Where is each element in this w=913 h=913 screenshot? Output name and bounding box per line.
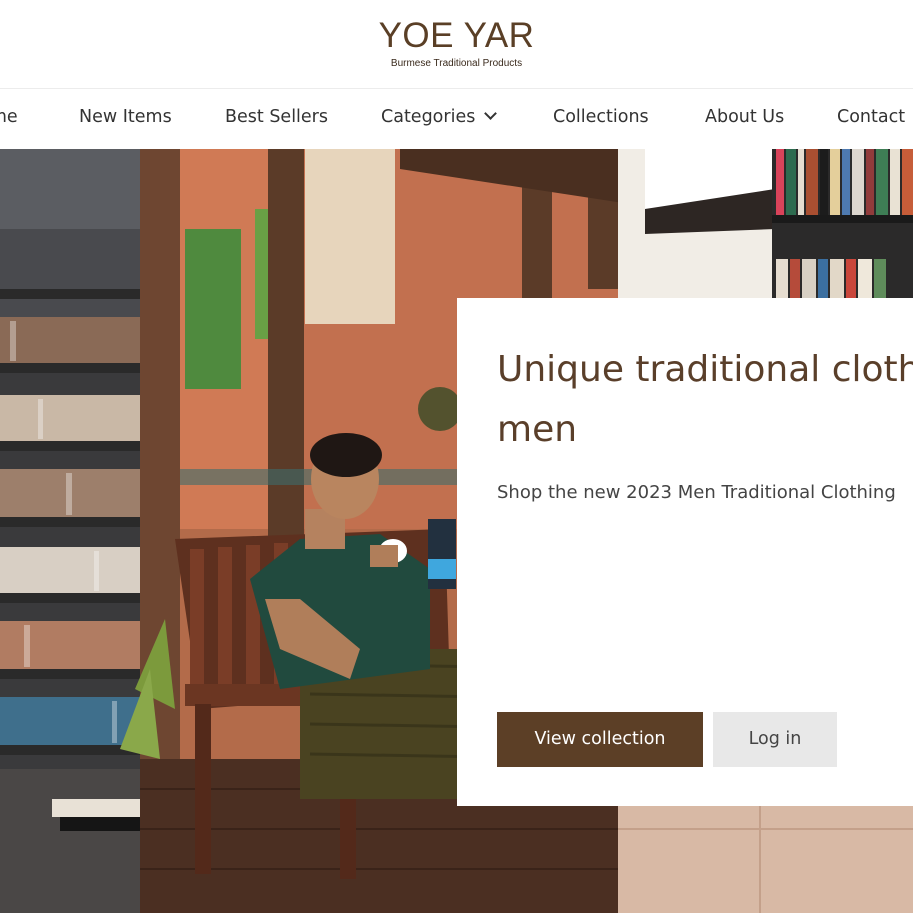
nav-item-categories-label: Categories (381, 107, 476, 127)
nav-item-categories[interactable]: Categories (381, 107, 498, 127)
nav-item-contact[interactable]: Contact (837, 107, 905, 127)
nav-item-collections[interactable]: Collections (553, 107, 649, 127)
nav-item-home[interactable]: Home (0, 107, 18, 127)
nav-item-new-items[interactable]: New Items (79, 107, 172, 127)
hero-banner: Unique traditional cloth men Shop the ne… (0, 149, 913, 913)
logo-subtitle: Burmese Traditional Products (390, 58, 523, 69)
hero-title: Unique traditional cloth men (497, 349, 913, 450)
logo[interactable]: YOE YAR Burmese Traditional Products (0, 16, 913, 70)
nav-item-best-sellers[interactable]: Best Sellers (225, 107, 328, 127)
hero-subtitle: Shop the new 2023 Men Traditional Clothi… (497, 482, 896, 503)
logo-title: YOE YAR (378, 16, 535, 55)
main-nav: Home New Items Best Sellers Categories C… (0, 89, 913, 149)
nav-item-about-us[interactable]: About Us (705, 107, 784, 127)
log-in-button[interactable]: Log in (713, 712, 837, 767)
site-header: YOE YAR Burmese Traditional Products (0, 0, 913, 89)
chevron-down-icon (484, 107, 498, 120)
hero-card: Unique traditional cloth men Shop the ne… (457, 298, 913, 806)
view-collection-button[interactable]: View collection (497, 712, 703, 767)
